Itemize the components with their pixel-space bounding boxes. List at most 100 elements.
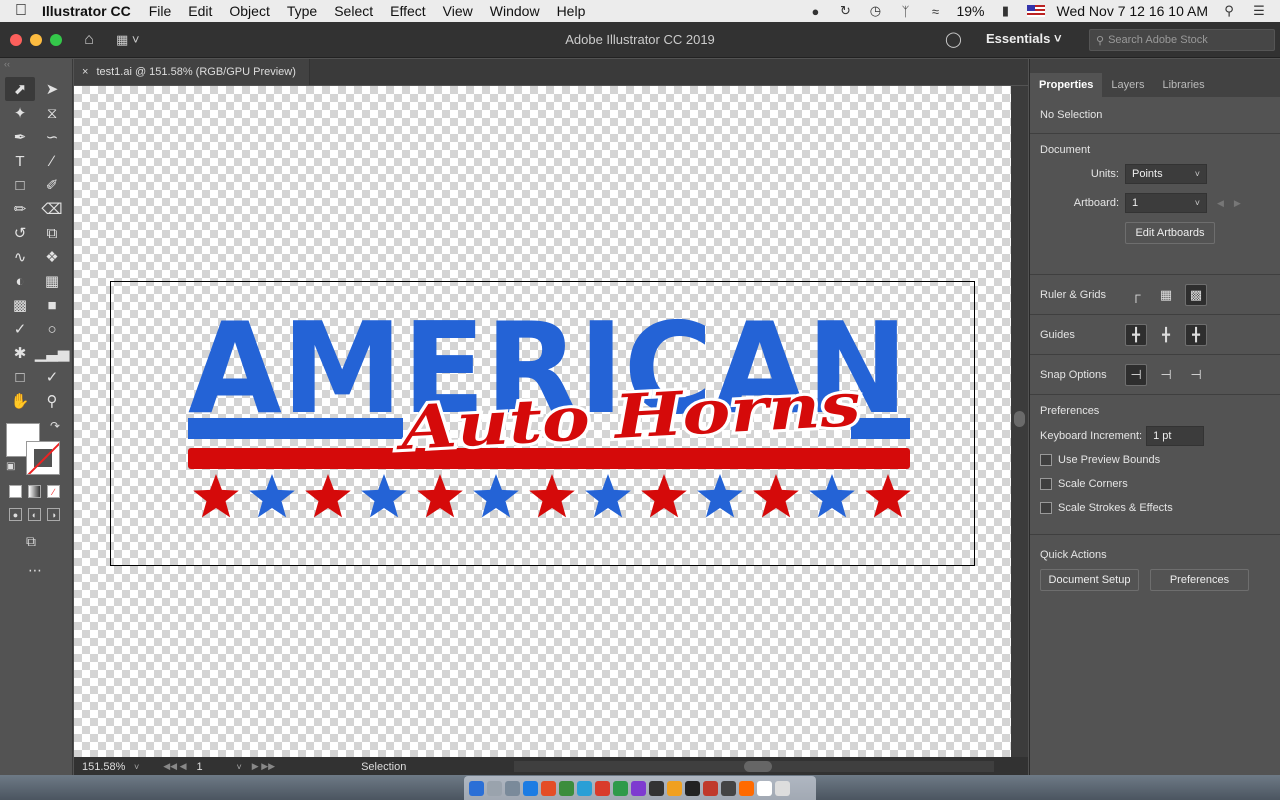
- menu-help[interactable]: Help: [557, 3, 586, 19]
- red-star[interactable]: [305, 474, 351, 518]
- pen-tool-icon[interactable]: ✒: [5, 125, 35, 149]
- wifi-icon[interactable]: ≈: [926, 3, 944, 19]
- stroke-swatch[interactable]: [26, 441, 60, 475]
- draw-behind-icon[interactable]: ◐: [28, 508, 41, 521]
- rectangle-tool-icon[interactable]: □: [5, 173, 35, 197]
- transparency-grid-icon[interactable]: ▩: [1185, 283, 1207, 306]
- dock-app-icon[interactable]: [631, 780, 646, 796]
- menu-effect[interactable]: Effect: [390, 3, 426, 19]
- input-source-flag-icon[interactable]: [1026, 5, 1045, 17]
- artboard-tool-icon[interactable]: □: [5, 365, 35, 389]
- dock-app-icon[interactable]: [505, 780, 520, 796]
- units-select[interactable]: Points ˅: [1125, 164, 1207, 184]
- adobe-stock-search[interactable]: ⚲ Search Adobe Stock: [1089, 29, 1275, 51]
- selection-tool-icon[interactable]: ⬈: [5, 77, 35, 101]
- keyboard-increment-input[interactable]: 1 pt: [1146, 426, 1205, 446]
- gradient-mode-icon[interactable]: [28, 485, 41, 498]
- snap-to-pixel-icon[interactable]: ⊣: [1185, 364, 1207, 386]
- zoom-dropdown-icon[interactable]: ˅: [134, 762, 139, 772]
- menu-app-name[interactable]: Illustrator CC: [42, 3, 131, 19]
- dock-app-icon[interactable]: [649, 780, 664, 796]
- lasso-tool-icon[interactable]: ⧖: [37, 101, 67, 125]
- menu-object[interactable]: Object: [229, 3, 269, 19]
- curvature-tool-icon[interactable]: ∽: [37, 125, 67, 149]
- artboard-nav-next-last-icon[interactable]: ▶ ▶▶: [252, 761, 275, 772]
- smart-guides-icon[interactable]: ╋: [1185, 323, 1207, 346]
- dock-app-icon[interactable]: [703, 780, 718, 796]
- perspective-grid-tool-icon[interactable]: ▦: [37, 269, 67, 293]
- blue-star[interactable]: [697, 474, 743, 518]
- draw-inside-icon[interactable]: ◑: [47, 508, 60, 521]
- preferences-button[interactable]: Preferences: [1150, 569, 1249, 591]
- bluetooth-icon[interactable]: ᛉ: [896, 3, 914, 19]
- toolbar-grip[interactable]: ‹‹: [0, 59, 72, 77]
- menu-edit[interactable]: Edit: [188, 3, 212, 19]
- blue-star[interactable]: [473, 474, 519, 518]
- scale-corners-checkbox[interactable]: Scale Corners: [1040, 472, 1270, 496]
- hand-tool-icon[interactable]: ✋: [5, 389, 35, 413]
- column-graph-tool-icon[interactable]: ▁▃▅: [35, 341, 70, 365]
- gradient-tool-icon[interactable]: ■: [37, 293, 67, 317]
- dock-app-icon[interactable]: [469, 780, 484, 796]
- dock-app-icon[interactable]: [523, 780, 538, 796]
- artboard-select[interactable]: 1 ˅: [1125, 193, 1207, 213]
- puppet-warp-tool-icon[interactable]: ❖: [37, 245, 67, 269]
- logo-artwork[interactable]: AMERICAN Auto Horns: [111, 282, 976, 567]
- dock-app-icon[interactable]: [577, 780, 592, 796]
- document-setup-button[interactable]: Document Setup: [1040, 569, 1139, 591]
- red-star[interactable]: [641, 474, 687, 518]
- dock-app-icon[interactable]: [541, 780, 556, 796]
- eyedropper-tool-icon[interactable]: ✓: [5, 317, 35, 341]
- artboard-dropdown-icon[interactable]: ˅: [237, 762, 242, 772]
- blue-star[interactable]: [809, 474, 855, 518]
- snap-to-grid-icon[interactable]: ⊣: [1155, 364, 1177, 386]
- dock-app-icon[interactable]: [613, 780, 628, 796]
- default-fill-stroke-icon[interactable]: ▣: [6, 461, 15, 472]
- current-tool-status[interactable]: Selection: [361, 761, 406, 773]
- artboard-nav-first-prev-icon[interactable]: ◀◀ ◀: [163, 761, 186, 772]
- lock-guides-icon[interactable]: ╋: [1155, 324, 1177, 346]
- eraser-tool-icon[interactable]: ⌫: [37, 197, 67, 221]
- menu-select[interactable]: Select: [334, 3, 373, 19]
- red-star[interactable]: [529, 474, 575, 518]
- menubar-clock[interactable]: Wed Nov 7 12 16 10 AM: [1057, 3, 1209, 19]
- rulers-icon[interactable]: ┌: [1125, 284, 1147, 306]
- creative-cloud-icon[interactable]: ●: [806, 3, 824, 19]
- artboard[interactable]: AMERICAN Auto Horns: [110, 281, 975, 566]
- snap-to-point-icon[interactable]: ⊣: [1125, 363, 1147, 386]
- spotlight-search-icon[interactable]: ⚲: [1220, 3, 1238, 19]
- blue-stripe-left[interactable]: [188, 418, 403, 439]
- warp-tool-icon[interactable]: ∿: [5, 245, 35, 269]
- edit-toolbar-icon[interactable]: ⋯: [28, 562, 72, 579]
- swap-fill-stroke-icon[interactable]: ↷: [50, 419, 60, 433]
- direct-selection-tool-icon[interactable]: ➤: [37, 77, 67, 101]
- tab-layers[interactable]: Layers: [1102, 73, 1153, 97]
- red-star[interactable]: [417, 474, 463, 518]
- zoom-level-field[interactable]: 151.58%: [74, 761, 134, 773]
- rotate-tool-icon[interactable]: ↺: [5, 221, 35, 245]
- mesh-tool-icon[interactable]: ▩: [5, 293, 35, 317]
- dock-app-icon[interactable]: [685, 780, 700, 796]
- close-window-button[interactable]: [10, 33, 22, 46]
- dock-app-icon[interactable]: [721, 780, 736, 796]
- canvas[interactable]: AMERICAN Auto Horns: [74, 86, 1011, 757]
- use-preview-bounds-checkbox[interactable]: Use Preview Bounds: [1040, 448, 1270, 472]
- dock-app-icon[interactable]: [667, 780, 682, 796]
- menu-view[interactable]: View: [443, 3, 473, 19]
- magic-wand-tool-icon[interactable]: ✦: [5, 101, 35, 125]
- scale-tool-icon[interactable]: ⧉: [37, 221, 67, 245]
- minimize-window-button[interactable]: [30, 33, 42, 46]
- scale-strokes-effects-checkbox[interactable]: Scale Strokes & Effects: [1040, 496, 1270, 520]
- horizontal-scroll-thumb[interactable]: [744, 761, 772, 772]
- blue-star[interactable]: [249, 474, 295, 518]
- sync-icon[interactable]: ↻: [836, 3, 854, 19]
- dock-app-icon[interactable]: [775, 780, 790, 796]
- red-star[interactable]: [753, 474, 799, 518]
- dock-app-icon[interactable]: [739, 780, 754, 796]
- show-guides-icon[interactable]: ╋: [1125, 323, 1147, 346]
- close-tab-icon[interactable]: ×: [82, 66, 88, 78]
- arrange-documents-icon[interactable]: ▦ ˅: [116, 32, 140, 48]
- pencil-tool-icon[interactable]: ✏: [5, 197, 35, 221]
- notification-center-icon[interactable]: ☰: [1250, 3, 1268, 19]
- red-star[interactable]: [865, 474, 911, 518]
